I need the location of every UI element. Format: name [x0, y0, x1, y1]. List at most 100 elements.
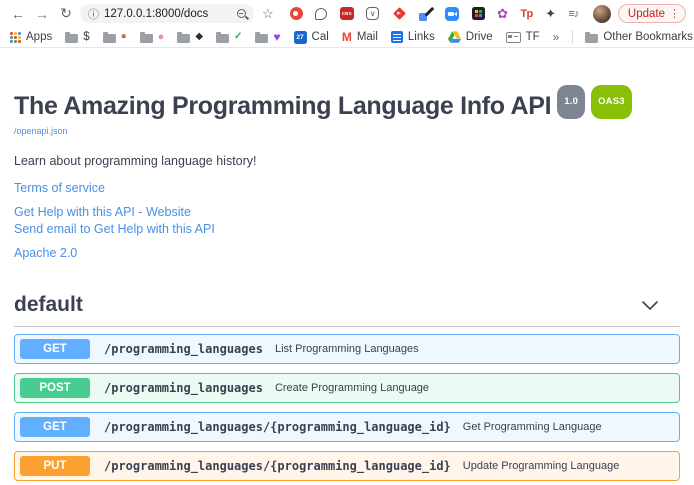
cbs-extension-icon[interactable]: CBS [340, 7, 354, 20]
apps-grid-icon [10, 32, 21, 43]
bookmark-calendar[interactable]: 27 Cal [294, 31, 329, 44]
zoom-out-icon[interactable] [237, 9, 246, 18]
bookmark-folder-heart[interactable]: ♥ [255, 32, 280, 43]
folder-icon [65, 34, 78, 43]
bookmark-folder-horse[interactable]: ● [103, 32, 127, 43]
calendar-icon: 27 [294, 31, 307, 44]
terms-of-service-link[interactable]: Terms of service [14, 181, 680, 195]
bookmark-mail[interactable]: M Mail [342, 30, 378, 44]
update-button[interactable]: Update ⋮ [618, 4, 686, 23]
graduation-cap-emoji-icon: ◆ [195, 32, 203, 42]
bookmark-tf[interactable]: TF [506, 31, 540, 43]
reload-icon[interactable]: ↻ [54, 5, 78, 22]
pinwheel-extension-icon[interactable]: ✦ [545, 7, 556, 20]
version-badge: 1.0 [557, 85, 585, 119]
oas3-badge: OAS3 [591, 85, 632, 119]
red-circle-extension-icon[interactable] [290, 7, 303, 20]
default-section-header[interactable]: default [14, 293, 680, 327]
bookmark-star-icon[interactable]: ☆ [262, 6, 274, 22]
endpoint-path: /programming_languages [104, 342, 263, 356]
forward-icon[interactable]: → [30, 6, 54, 22]
chevron-down-icon[interactable] [642, 301, 658, 310]
endpoint-path: /programming_languages/{programming_lang… [104, 459, 451, 473]
tf-card-icon [506, 32, 521, 43]
folder-icon [103, 34, 116, 43]
endpoint-row[interactable]: GET /programming_languages List Programm… [14, 334, 680, 364]
flower-extension-icon[interactable]: ✿ [497, 7, 508, 20]
endpoint-row[interactable]: POST /programming_languages Create Progr… [14, 373, 680, 403]
bookmark-label: Links [408, 31, 435, 43]
section-title: default [14, 293, 83, 317]
bookmark-label: $ [83, 31, 89, 43]
endpoint-row[interactable]: GET /programming_languages/{programming_… [14, 412, 680, 442]
purple-heart-emoji-icon: ♥ [273, 32, 280, 42]
speech-bubble-extension-icon[interactable] [315, 8, 327, 20]
bookmark-label: Apps [26, 31, 52, 43]
horse-emoji-icon: ● [121, 32, 127, 42]
folder-icon [255, 34, 268, 43]
bookmark-drive[interactable]: Drive [448, 31, 493, 43]
bookmark-folder-check[interactable]: ✓ [216, 32, 242, 43]
pocket-extension-icon[interactable]: ∨ [366, 7, 379, 20]
links-list-icon [391, 31, 403, 43]
folder-icon [140, 34, 153, 43]
bookmarks-right-group: Other Bookmarks [572, 30, 692, 44]
bookmark-label: TF [526, 31, 540, 43]
endpoints-list: GET /programming_languages List Programm… [14, 334, 680, 485]
method-badge[interactable]: GET [20, 339, 90, 359]
extensions-row: CBS ∨ ▸ ✿ Tp ✦ ≡♪ [278, 6, 591, 21]
bookmarks-divider [572, 30, 573, 44]
google-drive-icon [448, 31, 461, 43]
kebab-menu-icon[interactable]: ⋮ [669, 7, 680, 20]
swagger-page: The Amazing Programming Language Info AP… [0, 85, 694, 485]
update-label: Update [628, 8, 665, 20]
license-link[interactable]: Apache 2.0 [14, 246, 680, 260]
folder-icon [177, 34, 190, 43]
bookmark-label: Drive [466, 31, 493, 43]
url-input[interactable]: 127.0.0.1:8000/docs [104, 8, 232, 20]
endpoint-summary: Create Programming Language [275, 382, 429, 394]
tp-extension-icon[interactable]: Tp [520, 8, 532, 20]
endpoint-row[interactable]: PUT /programming_languages/{programming_… [14, 451, 680, 481]
bookmark-apps[interactable]: Apps [10, 31, 52, 43]
openapi-json-link[interactable]: /openapi.json [14, 126, 68, 136]
api-title-text: The Amazing Programming Language Info AP… [14, 92, 551, 120]
endpoint-summary: Get Programming Language [463, 421, 602, 433]
method-badge[interactable]: GET [20, 417, 90, 437]
gmail-icon: M [342, 30, 352, 44]
site-info-icon[interactable]: ⓘ [88, 6, 99, 22]
bookmark-label: Mail [357, 31, 378, 43]
share-diamond-extension-icon[interactable]: ▸ [392, 6, 407, 21]
method-badge[interactable]: PUT [20, 456, 90, 476]
bookmarks-bar: Apps $ ● ● ◆ ✓ ♥ 27 Cal M Mail Links [0, 27, 694, 48]
bookmark-folder-graduation[interactable]: ◆ [177, 32, 203, 43]
help-email-link[interactable]: Send email to Get Help with this API [14, 221, 680, 238]
method-badge[interactable]: POST [20, 378, 90, 398]
folder-icon [585, 34, 598, 43]
bookmark-label: Other Bookmarks [603, 31, 692, 43]
endpoint-path: /programming_languages/{programming_lang… [104, 420, 451, 434]
bookmark-label: Cal [312, 31, 329, 43]
bookmark-links[interactable]: Links [391, 31, 435, 43]
endpoint-summary: Update Programming Language [463, 460, 620, 472]
video-call-extension-icon[interactable] [445, 7, 459, 21]
page-title: The Amazing Programming Language Info AP… [14, 85, 680, 121]
profile-avatar[interactable] [593, 5, 611, 23]
back-icon[interactable]: ← [6, 6, 30, 22]
help-website-link[interactable]: Get Help with this API - Website [14, 204, 680, 221]
green-check-emoji-icon: ✓ [234, 32, 242, 42]
bookmark-folder-dollar[interactable]: $ [65, 31, 89, 43]
other-bookmarks[interactable]: Other Bookmarks [585, 31, 692, 43]
bookmarks-overflow-icon[interactable]: » [553, 30, 560, 44]
eyedropper-extension-icon[interactable] [419, 7, 433, 21]
playlist-extension-icon[interactable]: ≡♪ [568, 8, 578, 20]
dark-grid-extension-icon[interactable] [472, 7, 485, 20]
brain-emoji-icon: ● [158, 32, 165, 42]
folder-icon [216, 34, 229, 43]
browser-toolbar: ← → ↻ ⓘ 127.0.0.1:8000/docs ☆ CBS ∨ ▸ ✿ … [0, 0, 694, 27]
endpoint-path: /programming_languages [104, 381, 263, 395]
endpoint-summary: List Programming Languages [275, 343, 419, 355]
bookmark-folder-brain[interactable]: ● [140, 32, 165, 43]
contact-links: Get Help with this API - Website Send em… [14, 204, 680, 237]
url-bar[interactable]: ⓘ 127.0.0.1:8000/docs [80, 4, 254, 23]
